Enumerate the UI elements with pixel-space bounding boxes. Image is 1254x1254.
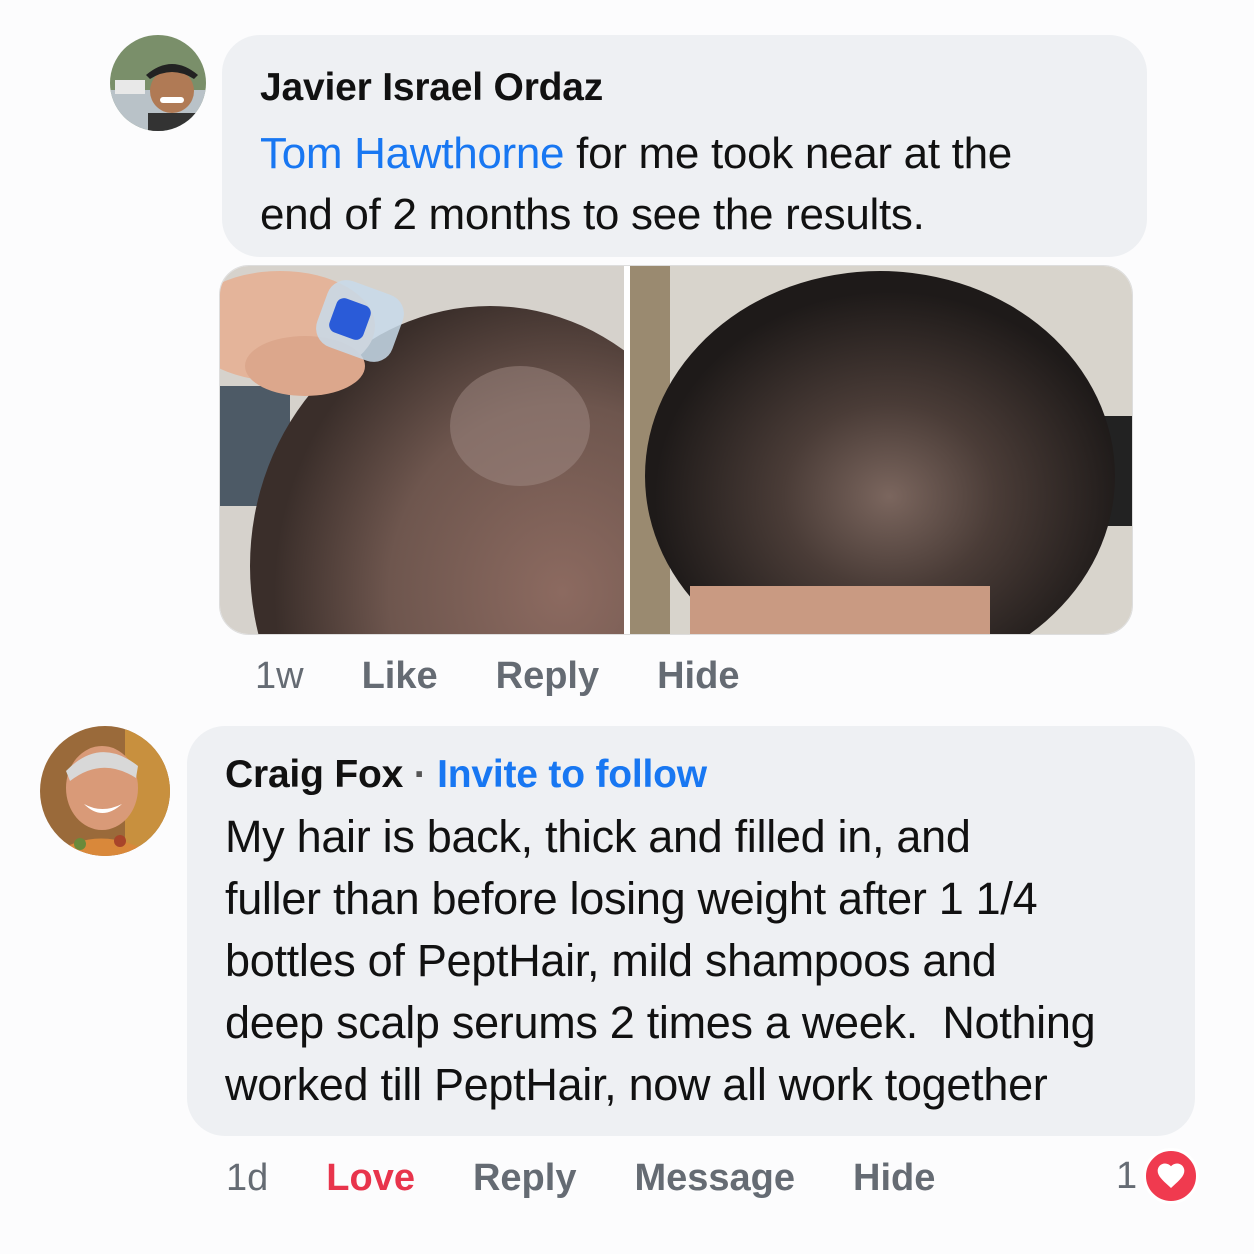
comment-actions-craig: 1d Love Reply Message Hide — [226, 1154, 993, 1202]
reply-button[interactable]: Reply — [496, 655, 599, 698]
comment-timestamp[interactable]: 1w — [255, 655, 304, 698]
avatar-craig[interactable] — [40, 726, 170, 856]
scalp-after-photo[interactable] — [630, 266, 1132, 634]
comment-timestamp[interactable]: 1d — [226, 1157, 268, 1200]
comment-photo-attachment[interactable] — [219, 265, 1133, 635]
comment-text: Tom Hawthorne for me took near at the en… — [260, 123, 1107, 245]
comment-bubble-craig: Craig Fox · Invite to follow My hair is … — [187, 726, 1195, 1136]
comment-text: My hair is back, thick and filled in, an… — [225, 806, 1155, 1116]
comment-text-line: worked till PeptHair, now all work toget… — [225, 1059, 1048, 1110]
comment-author-line: Craig Fox · Invite to follow — [225, 752, 1155, 798]
comment-author[interactable]: Javier Israel Ordaz — [260, 65, 1107, 111]
like-button[interactable]: Like — [362, 655, 438, 698]
heart-icon — [1143, 1148, 1200, 1204]
comment-text-line: fuller than before losing weight after 1… — [225, 873, 1038, 924]
reply-button[interactable]: Reply — [473, 1157, 576, 1200]
comment-text-line: bottles of PeptHair, mild shampoos and — [225, 935, 997, 986]
comment-text-line2: end of 2 months to see the results. — [260, 190, 925, 239]
comment-author[interactable]: Craig Fox — [225, 753, 403, 796]
comment-bubble-javier: Javier Israel Ordaz Tom Hawthorne for me… — [222, 35, 1147, 257]
separator-dot: · — [413, 753, 427, 796]
reaction-summary[interactable]: 1 — [1116, 1148, 1200, 1204]
message-button[interactable]: Message — [634, 1157, 795, 1200]
love-button[interactable]: Love — [326, 1157, 415, 1200]
mention-link[interactable]: Tom Hawthorne — [260, 129, 565, 178]
scalp-before-photo[interactable] — [220, 266, 624, 634]
avatar-javier[interactable] — [110, 35, 206, 131]
comment-actions-javier: 1w Like Reply Hide — [255, 652, 797, 700]
comment-text-line: deep scalp serums 2 times a week. Nothin… — [225, 997, 1096, 1048]
comment-text-line1: for me took near at the — [564, 129, 1012, 178]
invite-to-follow-link[interactable]: Invite to follow — [437, 753, 707, 796]
comment-text-line: My hair is back, thick and filled in, an… — [225, 811, 971, 862]
hide-button[interactable]: Hide — [657, 655, 739, 698]
reaction-count: 1 — [1116, 1154, 1138, 1197]
hide-button[interactable]: Hide — [853, 1157, 935, 1200]
